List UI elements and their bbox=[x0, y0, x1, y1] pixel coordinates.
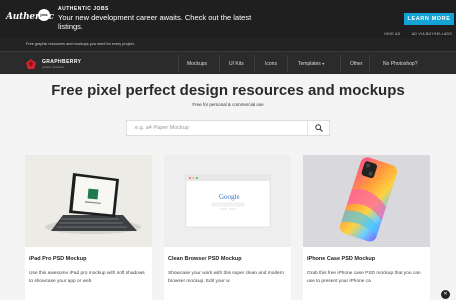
search-box bbox=[126, 120, 330, 136]
tagline-bar: Free graphic resources and mockups you n… bbox=[0, 38, 456, 51]
brand-logo-icon[interactable] bbox=[26, 59, 36, 69]
hero-subtitle: Free for personal & commercial use bbox=[192, 102, 264, 107]
card-image-browser[interactable]: Google bbox=[164, 155, 291, 247]
nav-item-mockups[interactable]: Mockups bbox=[187, 61, 207, 67]
hero-title: Free pixel perfect design resources and … bbox=[51, 82, 405, 99]
ad-text[interactable]: Your new development career awaits. Chec… bbox=[58, 13, 278, 31]
nav-divider bbox=[178, 55, 179, 72]
nav-item-icons[interactable]: Icons bbox=[265, 61, 277, 67]
hide-ad-link[interactable]: HIDE AD bbox=[384, 32, 400, 36]
nav-divider bbox=[219, 55, 220, 72]
nav-item-no-photoshop[interactable]: No Photoshop? bbox=[383, 61, 417, 67]
main-nav: GRAPHBERRY graphic resources Mockups UI … bbox=[0, 51, 456, 74]
resource-card[interactable]: iPad Pro PSD Mockup Use this awesome iPa… bbox=[25, 155, 152, 300]
card-description: Showcase your work with this super clean… bbox=[168, 271, 284, 284]
card-image-iphone[interactable] bbox=[303, 155, 430, 247]
card-title[interactable]: Clean Browser PSD Mockup bbox=[168, 256, 242, 262]
ad-links: HIDE AD AD VIA BUYSELLADS bbox=[374, 32, 452, 36]
nav-item-templates-label: Templates bbox=[298, 61, 321, 67]
card-title[interactable]: iPhone Case PSD Mockup bbox=[307, 256, 375, 262]
resource-card[interactable]: Google Clean Browser PSD Mockup Showcase… bbox=[164, 155, 291, 300]
browser-logo-text: Google bbox=[219, 193, 240, 201]
card-description: Grab this free iPhone case PSD mockup th… bbox=[307, 271, 421, 284]
ad-badge: jobs bbox=[38, 9, 50, 21]
brand-subtitle: graphic resources bbox=[42, 65, 65, 69]
nav-divider bbox=[340, 55, 341, 72]
card-image-ipad[interactable] bbox=[25, 155, 152, 247]
search-button[interactable] bbox=[307, 121, 329, 135]
close-icon[interactable]: ✕ bbox=[441, 290, 450, 299]
browser-mockup-illustration bbox=[185, 174, 271, 228]
nav-divider bbox=[287, 55, 288, 72]
card-title[interactable]: iPad Pro PSD Mockup bbox=[29, 256, 86, 262]
nav-item-templates[interactable]: Templates ▾ bbox=[298, 61, 324, 67]
ad-banner[interactable]: Authentic jobs AUTHENTIC JOBS Your new d… bbox=[0, 0, 456, 38]
nav-divider bbox=[254, 55, 255, 72]
chevron-down-icon: ▾ bbox=[322, 61, 325, 66]
ad-title: AUTHENTIC JOBS bbox=[58, 6, 109, 12]
tagline-text: Free graphic resources and mockups you n… bbox=[26, 42, 135, 46]
nav-divider bbox=[369, 55, 370, 72]
iphone-case-illustration bbox=[339, 157, 398, 242]
search-input[interactable] bbox=[127, 121, 307, 135]
search-icon bbox=[315, 124, 323, 132]
learn-more-button[interactable]: LEARN MORE bbox=[404, 13, 454, 25]
nav-item-other[interactable]: Other bbox=[350, 61, 363, 67]
ipad-mockup-illustration bbox=[45, 173, 141, 234]
ad-via-link[interactable]: AD VIA BUYSELLADS bbox=[412, 32, 452, 36]
nav-item-ui-kits[interactable]: UI Kits bbox=[229, 61, 244, 67]
card-description: Use this awesome iPad pro mockup with so… bbox=[29, 271, 145, 284]
resource-card[interactable]: iPhone Case PSD Mockup Grab this free iP… bbox=[303, 155, 430, 300]
